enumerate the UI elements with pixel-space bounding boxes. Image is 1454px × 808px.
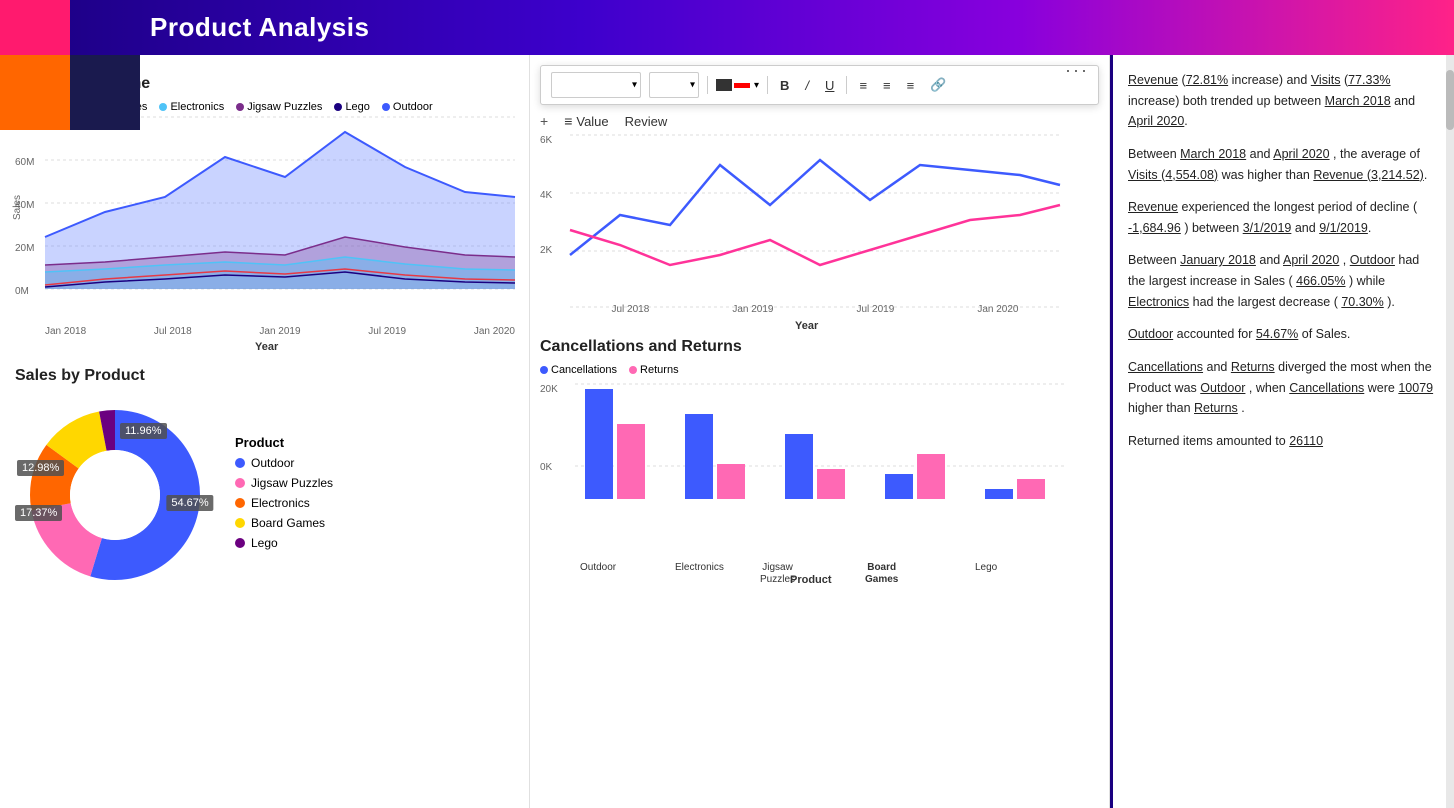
april2020-link-2[interactable]: April 2020 (1273, 147, 1329, 161)
electronics-link-4[interactable]: Electronics (1128, 295, 1189, 309)
header: Product Analysis (0, 0, 1454, 55)
add-tab-button[interactable]: + (540, 113, 548, 129)
decline-value-link[interactable]: -1,684.96 (1128, 221, 1181, 235)
logo-dark (70, 55, 140, 130)
sales-over-time-chart: 80M 60M 40M 20M 0M Sales Jan 2018 Jul 20… (15, 117, 514, 337)
legend-item-outdoor: Outdoor (235, 456, 333, 470)
donut-label-electronics: 12.98% (17, 460, 64, 476)
legend-returns: Returns (629, 364, 679, 376)
value-tab[interactable]: ≡ Value (564, 113, 608, 129)
legend-electronics: Electronics (159, 101, 224, 113)
list-icon: ≡ (564, 113, 572, 129)
april2020-link-4[interactable]: April 2020 (1283, 253, 1339, 267)
sales-by-product-title: Sales by Product (15, 367, 514, 385)
revenue-link-3[interactable]: Revenue (1128, 200, 1178, 214)
visits-link-1[interactable]: Visits (1311, 73, 1341, 87)
returned-count[interactable]: 26110 (1289, 434, 1323, 448)
bold-button[interactable]: B (776, 76, 793, 95)
outdoor-link-6[interactable]: Outdoor (1200, 381, 1245, 395)
donut-chart-container: 11.96% 12.98% 17.37% 54.67% Product Outd… (15, 395, 514, 595)
bar-chart: 20K 0K Outdoor Electronics JigsawPuzzles… (540, 384, 1099, 564)
more-options-button[interactable]: ··· (1065, 60, 1089, 81)
toolbar-divider-2 (767, 76, 768, 94)
april2020-link-1[interactable]: April 2020 (1128, 114, 1184, 128)
color-button[interactable]: ▾ (716, 79, 759, 91)
logo-block (0, 0, 140, 130)
cancellations-link-2[interactable]: Cancellations (1289, 381, 1364, 395)
formatting-toolbar: ▾ B / U ≡ ≡ ≡ 🔗 (540, 65, 1099, 105)
scrollbar-track[interactable] (1446, 55, 1454, 808)
march2018-link-2[interactable]: March 2018 (1180, 147, 1246, 161)
legend-item-board-games: Board Games (235, 516, 333, 530)
donut-label-outdoor: 11.96% (120, 423, 167, 439)
legend-lego: Lego (334, 101, 369, 113)
legend-item-jigsaw: Jigsaw Puzzles (235, 476, 333, 490)
rp-paragraph-7: Returned items amounted to 26110 (1128, 431, 1439, 452)
revenue-link-1[interactable]: Revenue (1128, 73, 1178, 87)
outdoor-pct-link[interactable]: 466.05% (1296, 274, 1345, 288)
logo-pink (0, 0, 70, 55)
scrollbar-thumb[interactable] (1446, 70, 1454, 130)
rp-paragraph-6: Cancellations and Returns diverged the m… (1128, 357, 1439, 419)
revenue-pct-1[interactable]: 72.81% (1186, 73, 1228, 87)
legend-cancellations: Cancellations (540, 364, 617, 376)
font-select[interactable] (551, 72, 641, 98)
donut-label-board: 54.67% (166, 495, 213, 511)
cancellations-count[interactable]: 10079 (1398, 381, 1433, 395)
visits-pct-1[interactable]: 77.33% (1348, 73, 1390, 87)
page-title: Product Analysis (150, 12, 369, 43)
toolbar-divider-3 (846, 76, 847, 94)
rp-paragraph-1: Revenue (72.81% increase) and Visits (77… (1128, 70, 1439, 132)
date-start-link[interactable]: 3/1/2019 (1243, 221, 1292, 235)
donut-label-jigsaw: 17.37% (15, 505, 62, 521)
rp-paragraph-3: Revenue experienced the longest period o… (1128, 197, 1439, 238)
logo-orange-top (0, 55, 70, 90)
visits-avg-link[interactable]: Visits (4,554.08) (1128, 168, 1218, 182)
electronics-pct-link[interactable]: 70.30% (1341, 295, 1383, 309)
value-tab-label[interactable]: Value (576, 114, 608, 129)
visit-chart: 6K 4K 2K Jul 2018 Jan 2019 Jul 2019 Jan … (540, 135, 1099, 320)
returns-link[interactable]: Returns (1231, 360, 1275, 374)
toolbar-divider-1 (707, 76, 708, 94)
legend-outdoor: Outdoor (382, 101, 433, 113)
review-tab[interactable]: Review (625, 114, 668, 129)
cancellations-link[interactable]: Cancellations (1128, 360, 1203, 374)
cancellations-section: Cancellations and Returns Cancellations … (540, 338, 1099, 564)
product-legend: Product Outdoor Jigsaw Puzzles Electroni… (235, 435, 333, 556)
italic-button[interactable]: / (801, 76, 813, 95)
logo-orange-bottom (0, 90, 70, 130)
review-tab-label[interactable]: Review (625, 114, 668, 129)
bar-chart-x-label: Product (790, 574, 832, 586)
link-button[interactable]: 🔗 (926, 75, 950, 95)
color-dropdown-icon[interactable]: ▾ (754, 80, 759, 91)
revenue-avg-link[interactable]: Revenue (3,214.52) (1313, 168, 1424, 182)
rp-paragraph-2: Between March 2018 and April 2020 , the … (1128, 144, 1439, 185)
underline-button[interactable]: U (821, 76, 838, 95)
returns-link-2[interactable]: Returns (1194, 401, 1238, 415)
march2018-link[interactable]: March 2018 (1325, 94, 1391, 108)
legend-jigsaw: Jigsaw Puzzles (236, 101, 322, 113)
jan2018-link[interactable]: January 2018 (1180, 253, 1256, 267)
rp-paragraph-5: Outdoor accounted for 54.67% of Sales. (1128, 324, 1439, 345)
size-select[interactable] (649, 72, 699, 98)
donut-chart: 11.96% 12.98% 17.37% 54.67% (15, 395, 215, 595)
align-center-button[interactable]: ≡ (879, 76, 895, 95)
product-legend-title: Product (235, 435, 333, 450)
legend-item-lego: Lego (235, 536, 333, 550)
font-select-wrap[interactable] (551, 72, 641, 98)
legend-item-electronics: Electronics (235, 496, 333, 510)
value-review-tabs: + ≡ Value Review (540, 113, 1099, 129)
middle-panel: ··· ▾ B / U ≡ ≡ ≡ 🔗 (530, 55, 1110, 808)
left-panel: Sales across time Product Board Games El… (0, 55, 530, 808)
date-end-link[interactable]: 9/1/2019 (1319, 221, 1368, 235)
align-left-button[interactable]: ≡ (855, 76, 871, 95)
outdoor-link-5[interactable]: Outdoor (1128, 327, 1173, 341)
outdoor-sales-pct[interactable]: 54.67% (1256, 327, 1298, 341)
align-right-button[interactable]: ≡ (903, 76, 919, 95)
outdoor-link-4[interactable]: Outdoor (1350, 253, 1395, 267)
rp-paragraph-4: Between January 2018 and April 2020 , Ou… (1128, 250, 1439, 312)
cancellations-title: Cancellations and Returns (540, 338, 1099, 356)
right-panel: Revenue (72.81% increase) and Visits (77… (1110, 55, 1454, 808)
size-select-wrap[interactable] (649, 72, 699, 98)
